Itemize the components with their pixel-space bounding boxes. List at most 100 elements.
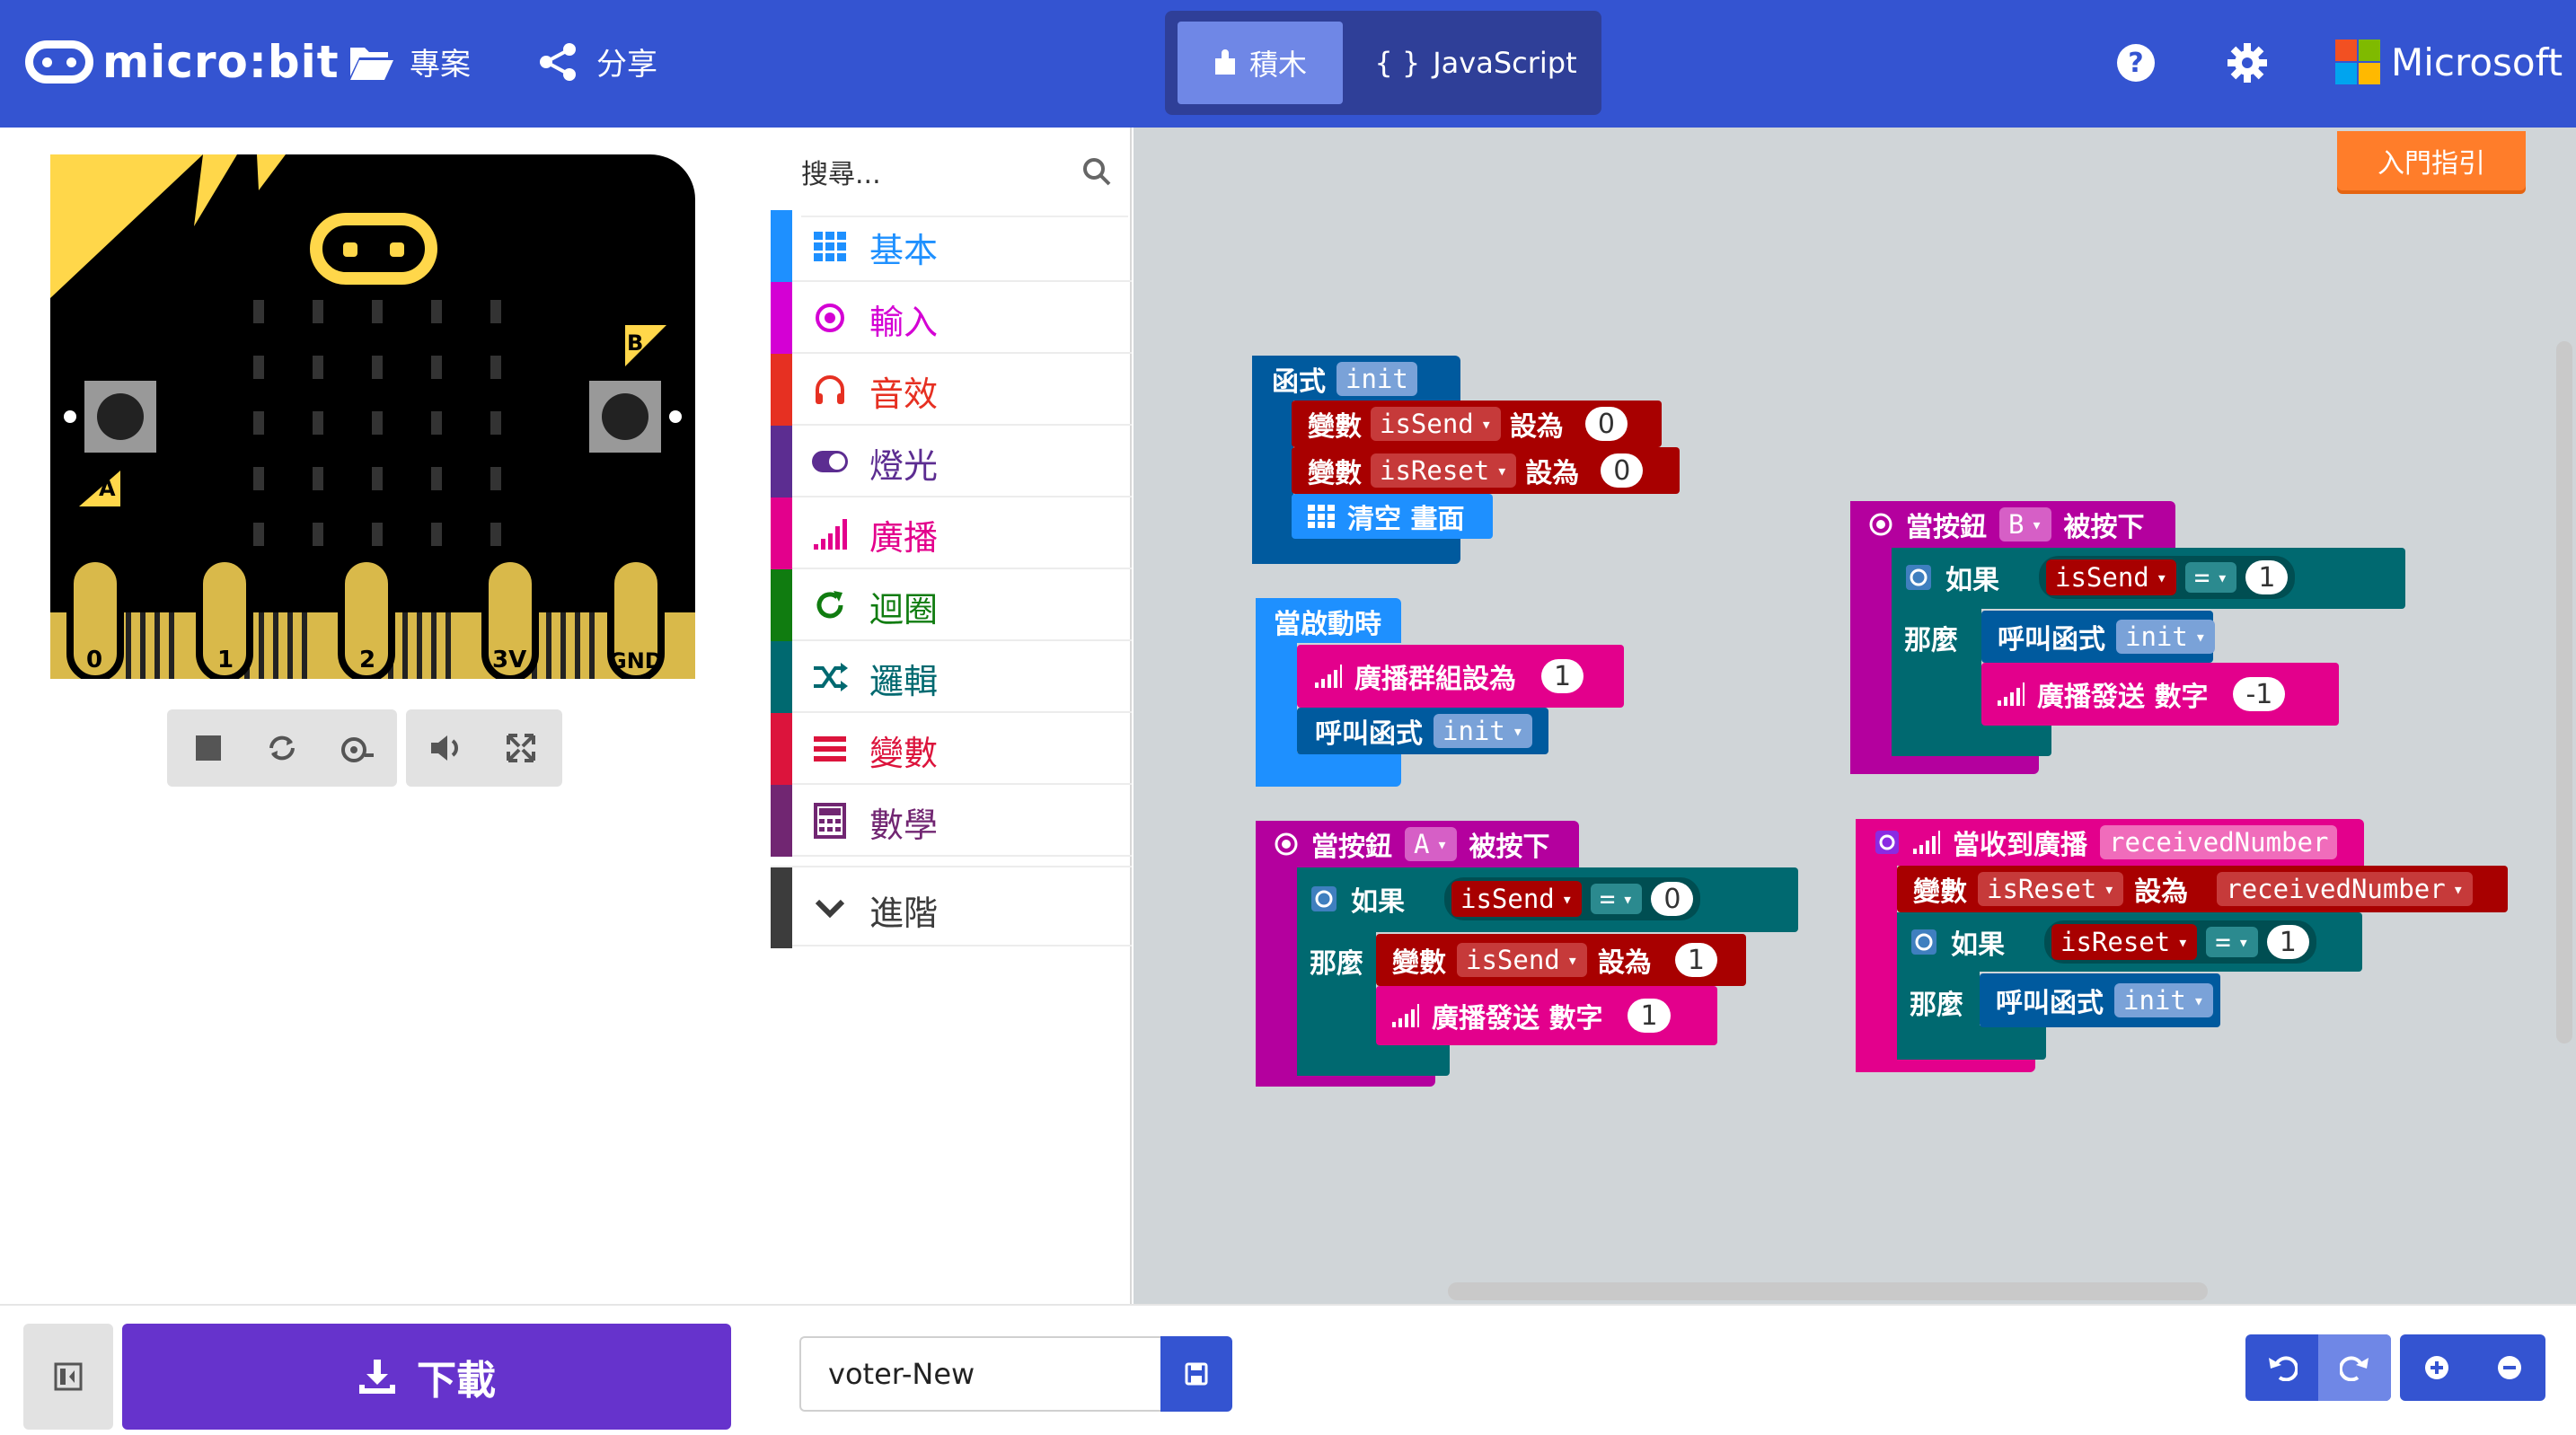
save-button[interactable] (1160, 1336, 1232, 1412)
category-label: 變數 (869, 734, 939, 773)
category-loops[interactable]: 迴圈 (771, 569, 1132, 641)
if-keyword: 如果 (1351, 886, 1405, 918)
radio-send-number-label: 廣播發送 數字 (2037, 682, 2209, 713)
if-keyword: 如果 (1945, 565, 1999, 596)
var-dropdown-issend[interactable]: isSend (1451, 881, 1582, 917)
target-icon (816, 304, 844, 332)
share-button[interactable]: 分享 (535, 40, 657, 84)
search-input[interactable]: 搜尋... (801, 152, 881, 191)
category-basic[interactable]: 基本 (771, 210, 1132, 282)
compare-op-dropdown[interactable]: = (2206, 927, 2258, 957)
func-name-field[interactable]: init (1337, 362, 1417, 396)
microsoft-logo[interactable]: Microsoft (2335, 40, 2563, 84)
category-radio[interactable]: 廣播 (771, 497, 1132, 569)
workspace-horizontal-scrollbar[interactable] (1448, 1282, 2208, 1300)
zoom-out-button[interactable] (2473, 1334, 2545, 1401)
then-keyword: 那麼 (1310, 948, 1363, 980)
category-input[interactable]: 輸入 (771, 282, 1132, 354)
undo-button[interactable] (2245, 1334, 2318, 1401)
getting-started-button[interactable]: 入門指引 (2337, 131, 2526, 190)
var-keyword: 變數 (1913, 876, 1967, 908)
volume-icon[interactable] (422, 728, 472, 768)
tab-blocks[interactable]: 積木 (1178, 22, 1343, 104)
calculator-icon (814, 803, 846, 839)
value-input[interactable]: 0 (1584, 407, 1628, 441)
help-icon[interactable]: ? (2116, 43, 2156, 83)
share-label: 分享 (596, 47, 657, 83)
collapse-simulator-button[interactable] (23, 1324, 113, 1430)
compare-op-dropdown[interactable]: = (1590, 884, 1643, 914)
fullscreen-icon[interactable] (496, 728, 546, 768)
microbit-board[interactable] (50, 154, 695, 679)
received-number-value[interactable]: receivedNumber (2217, 872, 2473, 906)
compare-value-input[interactable]: 1 (2245, 560, 2289, 594)
undo-redo-group (2245, 1334, 2391, 1401)
blocks-workspace[interactable]: 入門指引 函式 init 變數 isSend 設為 0 變數 isReset 設… (1134, 128, 2576, 1304)
clear-screen-label: 清空 畫面 (1347, 504, 1465, 535)
var-dropdown-issend[interactable]: isSend (2046, 559, 2176, 595)
zoom-in-button[interactable] (2400, 1334, 2473, 1401)
projects-button[interactable]: 專案 (348, 40, 471, 84)
button-b-dropdown[interactable]: B (1999, 507, 2051, 541)
gear-icon[interactable] (1904, 563, 1933, 592)
category-advanced[interactable]: 進階 (771, 866, 1132, 948)
grid-icon (814, 232, 846, 261)
value-input[interactable]: 0 (1601, 453, 1644, 488)
restart-icon[interactable] (257, 728, 307, 768)
tab-blocks-label: 積木 (1248, 48, 1307, 82)
microbit-logo[interactable]: micro:bit (25, 36, 340, 88)
category-math[interactable]: 數學 (771, 785, 1132, 857)
category-music[interactable]: 音效 (771, 354, 1132, 426)
category-logic[interactable]: 邏輯 (771, 641, 1132, 713)
var-dropdown-isreset[interactable]: isReset (1978, 872, 2124, 906)
download-icon (359, 1360, 395, 1394)
var-dropdown-isreset[interactable]: isReset (1371, 453, 1517, 488)
search-icon[interactable] (1081, 156, 1112, 187)
chevron-down-icon (815, 899, 845, 919)
microsoft-squares-icon (2335, 40, 2380, 84)
value-input[interactable]: 1 (1674, 943, 1717, 977)
send-value-input[interactable]: -1 (2233, 677, 2286, 711)
collapse-icon (54, 1362, 83, 1391)
stop-icon[interactable] (183, 728, 234, 768)
call-func-dropdown[interactable]: init (1434, 714, 1532, 748)
call-func-dropdown[interactable]: init (2116, 620, 2215, 654)
zoom-group (2400, 1334, 2545, 1401)
undo-icon (2268, 1356, 2298, 1381)
gear-icon[interactable] (2228, 43, 2267, 83)
signal-bars-icon (814, 519, 847, 550)
radio-send-number-label: 廣播發送 數字 (1432, 1003, 1603, 1034)
slow-motion-icon[interactable] (331, 728, 381, 768)
signal-bars-icon (1998, 682, 2025, 706)
gear-icon[interactable] (1310, 885, 1338, 913)
redo-button[interactable] (2318, 1334, 2391, 1401)
var-keyword: 變數 (1308, 411, 1362, 443)
braces-icon: { } (1374, 46, 1421, 80)
compare-value-input[interactable]: 0 (1651, 882, 1694, 916)
var-keyword: 變數 (1308, 458, 1362, 489)
download-button[interactable]: 下載 (122, 1324, 731, 1430)
send-value-input[interactable]: 1 (1628, 999, 1671, 1033)
received-number-param[interactable]: receivedNumber (2100, 825, 2338, 859)
compare-op-dropdown[interactable]: = (2184, 562, 2237, 593)
gear-icon[interactable] (1874, 829, 1901, 856)
category-label: 廣播 (869, 518, 939, 558)
compare-value-input[interactable]: 1 (2266, 925, 2309, 959)
floppy-disk-icon (1185, 1362, 1208, 1386)
category-led[interactable]: 燈光 (771, 426, 1132, 497)
gear-icon[interactable] (1910, 928, 1938, 956)
category-variables[interactable]: 變數 (771, 713, 1132, 785)
button-a-dropdown[interactable]: A (1405, 827, 1457, 861)
var-dropdown-issend[interactable]: isSend (1371, 407, 1501, 441)
call-func-dropdown[interactable]: init (2114, 983, 2213, 1017)
then-keyword: 那麼 (1904, 625, 1958, 656)
project-name-input[interactable]: voter-New (799, 1336, 1162, 1412)
var-dropdown-issend[interactable]: isSend (1457, 943, 1587, 977)
func-header-label: 函式 (1272, 366, 1326, 398)
workspace-vertical-scrollbar[interactable] (2556, 341, 2572, 1043)
tab-javascript[interactable]: { } JavaScript (1361, 22, 1591, 104)
category-label: 數學 (869, 806, 939, 845)
var-dropdown-isreset[interactable]: isReset (2051, 924, 2198, 960)
group-number-input[interactable]: 1 (1541, 659, 1584, 693)
toolbox-search[interactable]: 搜尋... (801, 128, 1128, 217)
